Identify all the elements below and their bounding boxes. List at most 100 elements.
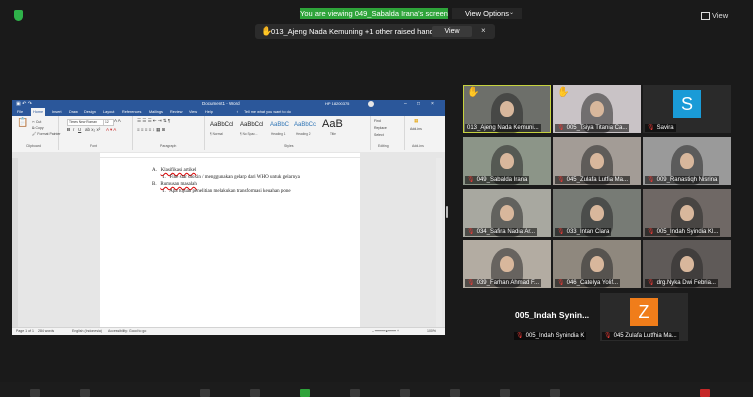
scrollbar — [436, 158, 442, 327]
paste-icon: 📋 — [17, 117, 29, 127]
add-ins-icon: ▦ — [414, 118, 419, 123]
participant-tile[interactable]: ✋ 013_Ajeng Nada Kemuni... — [463, 85, 551, 133]
reactions-button[interactable] — [450, 389, 460, 397]
lightbulb-icon: ♀ — [236, 110, 239, 114]
muted-mic-icon: 🎙 — [604, 333, 612, 339]
close-icon[interactable]: × — [481, 26, 486, 35]
style-normal-label: ¶ Normal — [210, 132, 223, 136]
participant-name-text: 049_Sabalda Irana — [476, 177, 528, 183]
tab-file: File — [17, 110, 24, 114]
muted-mic-icon: 🎙 — [467, 177, 475, 183]
shared-screen-word: ▣ ↶ ↷ Document1 - Word HP 18200375 – □ ×… — [12, 100, 445, 335]
participant-tile[interactable]: 🎙 033_Intan Clara — [553, 189, 641, 237]
participant-name-text: 045_Zulafa Lutfia Ma... — [566, 177, 628, 183]
split-divider-handle[interactable] — [446, 206, 448, 218]
chat-button[interactable] — [350, 389, 360, 397]
tab-review: Review — [170, 110, 183, 114]
style-heading-2: AaBbCc — [294, 122, 317, 128]
style-no-spacing-label: ¶ No Spac... — [240, 132, 258, 136]
chevron-down-icon[interactable]: ⌄ — [509, 8, 514, 19]
add-ins-button: Add-ins — [410, 127, 422, 131]
security-button[interactable] — [200, 389, 210, 397]
maximize-icon: □ — [417, 101, 421, 107]
participant-name: 🎙 005_Tsiya Titania Ca... — [555, 124, 630, 132]
styles-label: Styles — [284, 144, 294, 148]
video-button[interactable] — [80, 389, 90, 397]
status-accessibility: Accessibility: Good to go — [108, 329, 147, 333]
participant-name-text: 034_Safira Nadia Ar... — [476, 229, 535, 235]
tell-me-box: Tell me what you want to do — [244, 110, 291, 114]
raised-hand-icon: ✋ — [467, 87, 480, 98]
tab-layout: Layout — [103, 110, 115, 114]
participant-tile[interactable]: S 🎙 Savira — [643, 85, 731, 133]
avatar — [368, 101, 374, 107]
tab-design: Design — [84, 110, 96, 114]
person-face — [590, 153, 604, 169]
share-screen-button[interactable] — [300, 389, 310, 397]
status-zoom: 100% — [427, 329, 436, 333]
participant-tile[interactable]: 🎙 046_Catelya Yolif... — [553, 240, 641, 288]
muted-mic-icon: 🎙 — [557, 280, 565, 286]
muted-mic-icon: 🎙 — [647, 229, 655, 235]
style-title: AaB — [322, 118, 343, 130]
participant-name-text: drg.Nyka Dwi Febria... — [656, 280, 716, 286]
participant-tile[interactable]: 🎙 045_Zulafa Lutfia Ma... — [553, 137, 641, 185]
participant-name: 🎙 drg.Nyka Dwi Febria... — [645, 279, 718, 287]
mute-button[interactable] — [30, 389, 40, 397]
person-face — [680, 205, 694, 221]
record-button[interactable] — [400, 389, 410, 397]
participant-name-text: 005_Indah Syindia Kl... — [656, 229, 719, 235]
participant-name-text: 046_Catelya Yolif... — [566, 280, 618, 286]
zoom-slider: – ━━━━━●━━━━ + — [372, 329, 400, 333]
participant-name: 🎙 005_Indah Syindia Kl... — [645, 228, 721, 236]
vertical-ruler — [12, 158, 18, 327]
muted-mic-icon: 🎙 — [647, 125, 655, 131]
font-color-icon: A ▾ A — [106, 127, 117, 132]
person-face — [680, 256, 694, 272]
participant-name: 🎙 033_Intan Clara — [555, 228, 612, 236]
participant-tile[interactable]: 🎙 005_Indah Syindia Kl... — [643, 189, 731, 237]
participant-tile[interactable]: 🎙 049_Sabalda Irana — [463, 137, 551, 185]
doc-line-3: B. Rumusan masalah — [152, 182, 197, 187]
participant-name-text: 039_Farhan Ahmad F... — [476, 280, 539, 286]
participant-tile[interactable]: 🎙 drg.Nyka Dwi Febria... — [643, 240, 731, 288]
participant-tile[interactable]: Z 🎙 045 Zulafa Lutfhia Ma... — [600, 293, 688, 341]
more-button[interactable] — [550, 389, 560, 397]
participant-name-text: 005_Indah Synindia K — [525, 333, 585, 339]
apps-button[interactable] — [500, 389, 510, 397]
participant-name: 🎙 Savira — [645, 124, 676, 132]
muted-mic-icon: 🎙 — [647, 280, 655, 286]
participant-name: 🎙 049_Sabalda Irana — [465, 176, 530, 184]
participant-name: 🎙 045 Zulafa Lutfhia Ma... — [602, 332, 679, 340]
participant-tile[interactable]: 🎙 034_Safira Nadia Ar... — [463, 189, 551, 237]
participant-name-large: 005_Indah Synin... — [515, 310, 590, 320]
participant-tile[interactable]: ✋ 🎙 005_Tsiya Titania Ca... — [553, 85, 641, 133]
italic-icon: I — [73, 127, 75, 132]
paragraph-label: Paragraph — [160, 144, 177, 148]
underline-icon: U — [78, 127, 82, 132]
doc-text: Klasifikasi artikel — [160, 168, 197, 173]
participant-name-text: Savira — [656, 125, 674, 131]
leave-button[interactable] — [700, 389, 710, 397]
font-name-box: Times New Roman — [67, 119, 104, 126]
participant-name-text: 045 Zulafa Lutfhia Ma... — [613, 333, 677, 339]
participant-name-text: 005_Tsiya Titania Ca... — [566, 125, 628, 131]
raise-hand-view-button[interactable]: View — [432, 26, 472, 37]
doc-marker: B. — [152, 182, 157, 187]
avatar: S — [673, 90, 701, 118]
participant-tile[interactable]: 🎙 039_Farhan Ahmad F... — [463, 240, 551, 288]
view-button[interactable]: View — [712, 11, 728, 20]
shield-icon — [14, 10, 23, 21]
muted-mic-icon: 🎙 — [647, 177, 655, 183]
participants-button[interactable] — [250, 389, 260, 397]
tab-references: References — [122, 110, 142, 114]
raise-hand-text: 013_Ajeng Nada Kemuning +1 other raised … — [271, 27, 438, 36]
view-icon[interactable] — [701, 12, 710, 20]
participant-tile[interactable]: 🎙 009_Ranastiqh Nisrina — [643, 137, 731, 185]
format-painter-icon: 🖌 Format Painter — [32, 132, 61, 136]
muted-mic-icon: 🎙 — [557, 125, 565, 131]
person-face — [500, 205, 514, 221]
participant-name-text: 009_Ranastiqh Nisrina — [656, 177, 718, 183]
person-face — [500, 256, 514, 272]
person-face — [680, 153, 694, 169]
